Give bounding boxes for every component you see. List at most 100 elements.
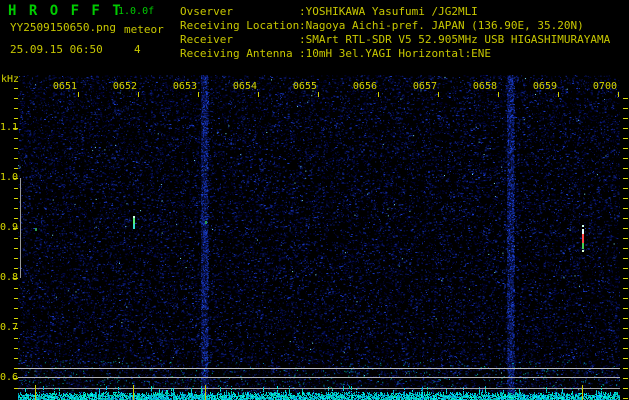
info-row: Ovserver :YOSHIKAWA Yasufumi /JG2MLI (180, 5, 478, 18)
freq-tick-label: 0.6 (0, 372, 19, 383)
right-tick (623, 148, 628, 149)
right-tick (623, 308, 628, 309)
time-tick-mark (198, 92, 199, 97)
time-tick-mark (258, 92, 259, 97)
time-tick-label: 0655 (292, 81, 317, 92)
hrofft-screen: H R O F F T 1.0.0f YY2509150650.png mete… (0, 0, 629, 400)
freq-minor-tick (14, 88, 18, 89)
time-tick-label: 0700 (592, 81, 617, 92)
freq-tick-mark (13, 278, 18, 279)
meteor-count: 4 (134, 43, 141, 56)
freq-tick-label: 0.7 (0, 322, 19, 333)
info-value: :10mH 3el.YAGI Horizontal:ENE (299, 47, 492, 60)
right-tick (623, 128, 628, 129)
info-label: Receiving Antenna (180, 47, 293, 60)
freq-minor-tick (14, 168, 18, 169)
freq-minor-tick (14, 188, 18, 189)
info-label: Ovserver (180, 5, 233, 18)
time-tick-mark (558, 92, 559, 97)
right-tick (623, 278, 628, 279)
time-tick-label: 0658 (472, 81, 497, 92)
right-tick (623, 368, 628, 369)
freq-minor-tick (14, 268, 18, 269)
right-tick (623, 268, 628, 269)
freq-minor-tick (14, 118, 18, 119)
freq-tick-mark (13, 178, 18, 179)
freq-minor-tick (14, 388, 18, 389)
right-tick (623, 338, 628, 339)
freq-minor-tick (14, 108, 18, 109)
freq-minor-tick (14, 288, 18, 289)
freq-minor-tick (14, 248, 18, 249)
freq-tick-label: 0.9 (0, 222, 19, 233)
right-tick (623, 298, 628, 299)
freq-minor-tick (14, 218, 18, 219)
right-tick (623, 168, 628, 169)
right-tick (623, 188, 628, 189)
time-tick-mark (618, 92, 619, 97)
right-tick (623, 118, 628, 119)
freq-minor-tick (14, 298, 18, 299)
right-tick (623, 358, 628, 359)
time-tick-label: 0656 (352, 81, 377, 92)
info-label: Receiver (180, 33, 233, 46)
datetime-label: 25.09.15 06:50 (10, 43, 103, 56)
freq-minor-tick (14, 358, 18, 359)
info-row: Receiving Location:Nagoya Aichi-pref. JA… (180, 19, 584, 32)
right-tick (623, 218, 628, 219)
time-tick-label: 0652 (112, 81, 137, 92)
freq-unit-label: kHz (1, 74, 20, 85)
freq-minor-tick (14, 158, 18, 159)
right-tick (623, 178, 628, 179)
spectrogram (18, 75, 620, 400)
freq-minor-tick (14, 318, 18, 319)
freq-minor-tick (14, 338, 18, 339)
right-tick (623, 98, 628, 99)
freq-tick-mark (13, 228, 18, 229)
right-tick (623, 228, 628, 229)
time-tick-mark (498, 92, 499, 97)
info-label: Receiving Location (180, 19, 300, 32)
right-tick (623, 398, 628, 399)
right-tick (623, 138, 628, 139)
freq-tick-mark (13, 128, 18, 129)
right-tick (623, 258, 628, 259)
info-value: :SMArt RTL-SDR V5 52.905MHz USB HIGASHIM… (299, 33, 611, 46)
time-tick-label: 0657 (412, 81, 437, 92)
freq-minor-tick (14, 258, 18, 259)
freq-minor-tick (14, 198, 18, 199)
right-tick (623, 348, 628, 349)
time-tick-mark (138, 92, 139, 97)
right-tick (623, 108, 628, 109)
time-tick-mark (318, 92, 319, 97)
output-filename: YY2509150650.png (10, 21, 116, 34)
right-tick (623, 158, 628, 159)
right-tick (623, 288, 628, 289)
info-row: Receiver :SMArt RTL-SDR V5 52.905MHz USB … (180, 33, 610, 46)
time-tick-label: 0659 (532, 81, 557, 92)
right-tick (623, 248, 628, 249)
time-tick-label: 0653 (172, 81, 197, 92)
freq-minor-tick (14, 308, 18, 309)
mode-label: meteor (124, 23, 164, 36)
freq-minor-tick (14, 138, 18, 139)
freq-minor-tick (14, 98, 18, 99)
right-tick (623, 238, 628, 239)
freq-tick-mark (13, 378, 18, 379)
right-tick (623, 198, 628, 199)
freq-tick-mark (13, 328, 18, 329)
freq-minor-tick (14, 348, 18, 349)
time-tick-label: 0651 (52, 81, 77, 92)
right-tick (623, 318, 628, 319)
app-version: 1.0.0f (118, 6, 155, 17)
info-value: :Nagoya Aichi-pref. JAPAN (136.90E, 35.2… (299, 19, 584, 32)
info-row: Receiving Antenna :10mH 3el.YAGI Horizont… (180, 47, 491, 60)
right-tick (623, 208, 628, 209)
freq-tick-label: 0.8 (0, 272, 19, 283)
time-tick-mark (378, 92, 379, 97)
info-value: :YOSHIKAWA Yasufumi /JG2MLI (299, 5, 478, 18)
freq-minor-tick (14, 368, 18, 369)
time-tick-mark (78, 92, 79, 97)
time-tick-mark (438, 92, 439, 97)
right-tick (623, 388, 628, 389)
